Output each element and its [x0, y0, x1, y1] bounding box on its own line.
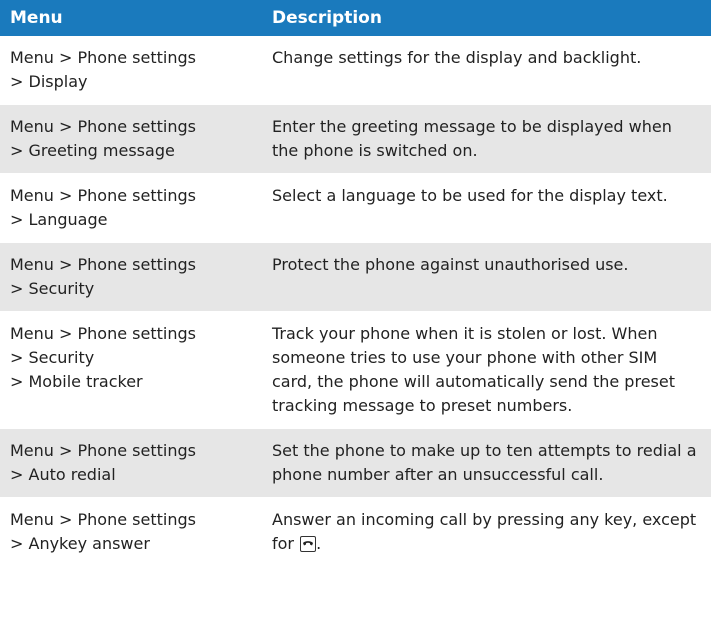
menu-path-line: > Anykey answer [10, 534, 150, 553]
menu-path-cell: Menu > Phone settings > Auto redial [0, 428, 262, 498]
description-column-header: Description [262, 0, 711, 36]
menu-path-line: Menu > Phone settings [10, 324, 196, 343]
description-cell: Protect the phone against unauthorised u… [262, 242, 711, 312]
table-row: Menu > Phone settings > Security Protect… [0, 242, 711, 312]
menu-path-line: > Auto redial [10, 465, 116, 484]
settings-table: Menu Description Menu > Phone settings >… [0, 0, 711, 567]
menu-path-cell: Menu > Phone settings > Language [0, 173, 262, 243]
table-row: Menu > Phone settings > Greeting message… [0, 104, 711, 174]
description-suffix: . [316, 534, 322, 553]
menu-path-line: > Greeting message [10, 141, 175, 160]
description-cell: Set the phone to make up to ten attempts… [262, 428, 711, 498]
table-row: Menu > Phone settings > Language Select … [0, 173, 711, 243]
description-cell: Select a language to be used for the dis… [262, 173, 711, 243]
menu-path-line: Menu > Phone settings [10, 48, 196, 67]
menu-path-line: Menu > Phone settings [10, 441, 196, 460]
menu-path-line: Menu > Phone settings [10, 255, 196, 274]
menu-path-line: > Language [10, 210, 108, 229]
menu-path-cell: Menu > Phone settings > Security > Mobil… [0, 311, 262, 429]
menu-path-line: Menu > Phone settings [10, 186, 196, 205]
menu-path-line: > Mobile tracker [10, 372, 143, 391]
description-cell: Answer an incoming call by pressing any … [262, 497, 711, 567]
table-row: Menu > Phone settings > Anykey answer An… [0, 497, 711, 567]
menu-column-header: Menu [0, 0, 262, 36]
menu-path-line: > Display [10, 72, 88, 91]
table-header-row: Menu Description [0, 0, 711, 36]
menu-path-cell: Menu > Phone settings > Anykey answer [0, 497, 262, 567]
description-cell: Change settings for the display and back… [262, 36, 711, 105]
menu-path-cell: Menu > Phone settings > Display [0, 36, 262, 105]
description-cell: Track your phone when it is stolen or lo… [262, 311, 711, 429]
menu-path-line: Menu > Phone settings [10, 510, 196, 529]
end-call-key-icon [300, 536, 317, 552]
menu-path-cell: Menu > Phone settings > Greeting message [0, 104, 262, 174]
menu-path-line: > Security [10, 279, 95, 298]
table-row: Menu > Phone settings > Display Change s… [0, 36, 711, 105]
menu-path-line: Menu > Phone settings [10, 117, 196, 136]
description-text: Answer an incoming call by pressing any … [272, 510, 697, 553]
menu-path-line: > Security [10, 348, 95, 367]
table-row: Menu > Phone settings > Security > Mobil… [0, 311, 711, 429]
table-row: Menu > Phone settings > Auto redial Set … [0, 428, 711, 498]
menu-path-cell: Menu > Phone settings > Security [0, 242, 262, 312]
description-cell: Enter the greeting message to be display… [262, 104, 711, 174]
